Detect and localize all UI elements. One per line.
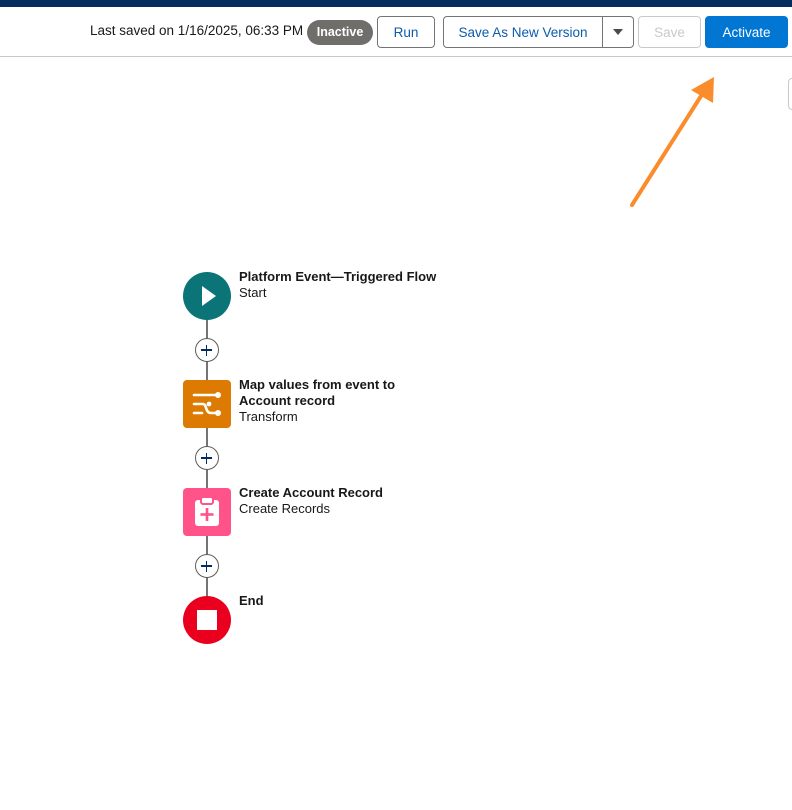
annotation-arrow-shaft (630, 94, 703, 207)
transform-node-icon[interactable] (183, 380, 231, 428)
create-records-node-subtitle: Create Records (239, 501, 331, 516)
add-element-button[interactable] (195, 338, 219, 362)
end-node-icon[interactable] (183, 596, 231, 644)
end-node-title: End (239, 593, 264, 608)
create-records-node-title: Create Account Record (239, 485, 383, 500)
annotation-arrow-head (691, 77, 714, 103)
start-node-icon[interactable] (183, 272, 231, 320)
stop-icon (197, 610, 217, 630)
start-node-title: Platform Event—Triggered Flow (239, 269, 437, 284)
create-records-node-icon[interactable] (183, 488, 231, 536)
add-element-button[interactable] (195, 446, 219, 470)
transform-node-subtitle: Transform (239, 409, 298, 424)
start-node-subtitle: Start (239, 285, 267, 300)
add-element-button[interactable] (195, 554, 219, 578)
transform-icon (192, 392, 221, 416)
clipboard-add-icon (195, 496, 219, 526)
transform-node-title-line1: Map values from event to (239, 377, 396, 392)
annotation-arrow (630, 77, 714, 207)
transform-node-title-line2: Account record (239, 393, 336, 408)
play-icon (202, 286, 216, 306)
